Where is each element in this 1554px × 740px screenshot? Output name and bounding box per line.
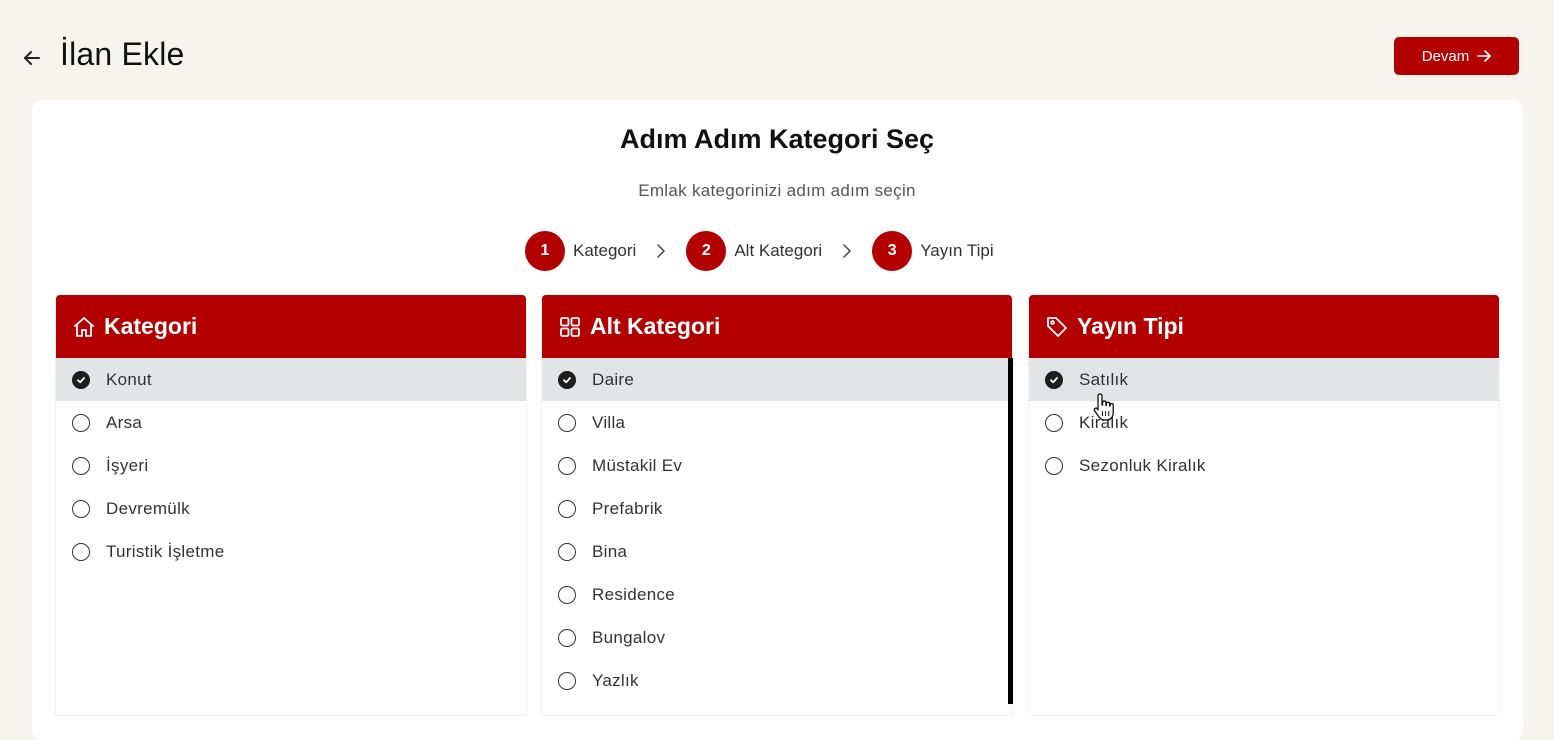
- section-subheading: Emlak kategorinizi adım adım seçin: [638, 181, 916, 200]
- radio-unchecked-icon[interactable]: [72, 499, 90, 518]
- category-panel-title: Kategori: [104, 313, 198, 339]
- listing-type-panel-title: Yayın Tipi: [1077, 313, 1184, 339]
- listing-type-panel: Yayın Tipi Satılık Kiralık Sezonluk Kiralı…: [1029, 295, 1499, 715]
- top-bar: İlan Ekle Devam: [0, 0, 1554, 100]
- option-item[interactable]: İşyeri: [56, 444, 526, 487]
- stepper: 1 Kategori 2 Alt Kategori 3 Yayın Tipi: [525, 231, 994, 271]
- option-label: Daire: [592, 369, 635, 389]
- option-item[interactable]: Residence: [542, 573, 1012, 616]
- radio-unchecked-icon[interactable]: [558, 456, 576, 475]
- option-label: Müstakil Ev: [592, 455, 683, 475]
- option-item[interactable]: Devremülk: [56, 487, 526, 530]
- continue-button-label: Devam: [1421, 47, 1470, 65]
- radio-unchecked-icon[interactable]: [72, 456, 90, 475]
- radio-unchecked-icon[interactable]: [558, 671, 576, 690]
- radio-unchecked-icon[interactable]: [558, 499, 576, 518]
- chevron-right-icon: [636, 243, 686, 259]
- option-label: Yazlık: [592, 670, 639, 690]
- step-label: Alt Kategori: [734, 241, 823, 260]
- option-item[interactable]: Sezonluk Kiralık: [1029, 444, 1499, 487]
- step-number: 3: [872, 231, 913, 271]
- tag-icon: [1047, 316, 1067, 337]
- step-subcategory[interactable]: 2 Alt Kategori: [686, 231, 822, 271]
- radio-unchecked-icon[interactable]: [1045, 413, 1063, 432]
- option-item[interactable]: Müstakil Ev: [542, 444, 1012, 487]
- back-arrow-icon[interactable]: [20, 46, 44, 70]
- category-panel-header: Kategori: [56, 295, 526, 358]
- option-item[interactable]: Konut: [56, 358, 526, 401]
- step-number: 2: [686, 231, 727, 271]
- option-item[interactable]: Arsa: [56, 401, 526, 444]
- option-item[interactable]: Bina: [542, 530, 1012, 573]
- step-label: Yayın Tipi: [920, 241, 994, 260]
- step-listing-type[interactable]: 3 Yayın Tipi: [872, 231, 994, 271]
- radio-unchecked-icon[interactable]: [558, 628, 576, 647]
- listing-type-panel-header: Yayın Tipi: [1029, 295, 1499, 358]
- radio-unchecked-icon[interactable]: [558, 585, 576, 604]
- option-label: Turistik İşletme: [106, 541, 225, 561]
- category-option-list: Konut Arsa İşyeri Devremülk Turistik İşletme: [56, 358, 526, 573]
- section-heading: Adım Adım Kategori Seç: [619, 124, 935, 154]
- step-number: 1: [525, 231, 565, 271]
- option-item[interactable]: Turistik İşletme: [56, 530, 526, 573]
- radio-unchecked-icon[interactable]: [558, 413, 576, 432]
- grid-icon: [560, 316, 580, 337]
- radio-checked-icon[interactable]: [72, 370, 90, 389]
- continue-button[interactable]: Devam: [1394, 37, 1519, 75]
- option-item[interactable]: Prefabrik: [542, 487, 1012, 530]
- subcategory-scrollbar[interactable]: [1008, 358, 1013, 704]
- option-item[interactable]: Daire: [542, 358, 1012, 401]
- option-item[interactable]: Villa: [542, 401, 1012, 444]
- option-label: Prefabrik: [592, 498, 663, 518]
- home-icon: [74, 316, 94, 337]
- subcategory-panel-title: Alt Kategori: [590, 313, 721, 339]
- subcategory-panel-header: Alt Kategori: [542, 295, 1012, 358]
- option-label: Devremülk: [106, 498, 190, 518]
- radio-unchecked-icon[interactable]: [558, 542, 576, 561]
- category-panel: Kategori Konut Arsa İşyeri Devremülk Turisti…: [56, 295, 526, 715]
- subcategory-option-list: Daire Villa Müstakil Ev Prefabrik Bina Reside…: [542, 358, 1012, 702]
- radio-unchecked-icon[interactable]: [72, 413, 90, 432]
- subcategory-panel: Alt Kategori Daire Villa Müstakil Ev Prefab…: [542, 295, 1012, 715]
- radio-unchecked-icon[interactable]: [72, 542, 90, 561]
- option-label: Arsa: [106, 412, 143, 432]
- step-label: Kategori: [573, 241, 637, 260]
- option-label: İşyeri: [106, 455, 149, 475]
- radio-checked-icon[interactable]: [1045, 370, 1063, 389]
- option-item[interactable]: Yazlık: [542, 659, 1012, 702]
- radio-unchecked-icon[interactable]: [1045, 456, 1063, 475]
- radio-checked-icon[interactable]: [558, 370, 576, 389]
- option-label: Bungalov: [592, 627, 666, 647]
- option-label: Bina: [592, 541, 628, 561]
- page-title: İlan Ekle: [60, 36, 185, 72]
- chevron-right-icon: [822, 243, 872, 259]
- option-label: Sezonluk Kiralık: [1079, 455, 1206, 475]
- step-category[interactable]: 1 Kategori: [525, 231, 636, 271]
- option-item[interactable]: Bungalov: [542, 616, 1012, 659]
- option-label: Satılık: [1079, 369, 1129, 389]
- option-label: Residence: [592, 584, 676, 604]
- arrow-right-icon: [1477, 50, 1492, 62]
- option-label: Konut: [106, 369, 152, 389]
- hand-pointer-cursor-icon: [1093, 393, 1114, 421]
- option-label: Villa: [592, 412, 626, 432]
